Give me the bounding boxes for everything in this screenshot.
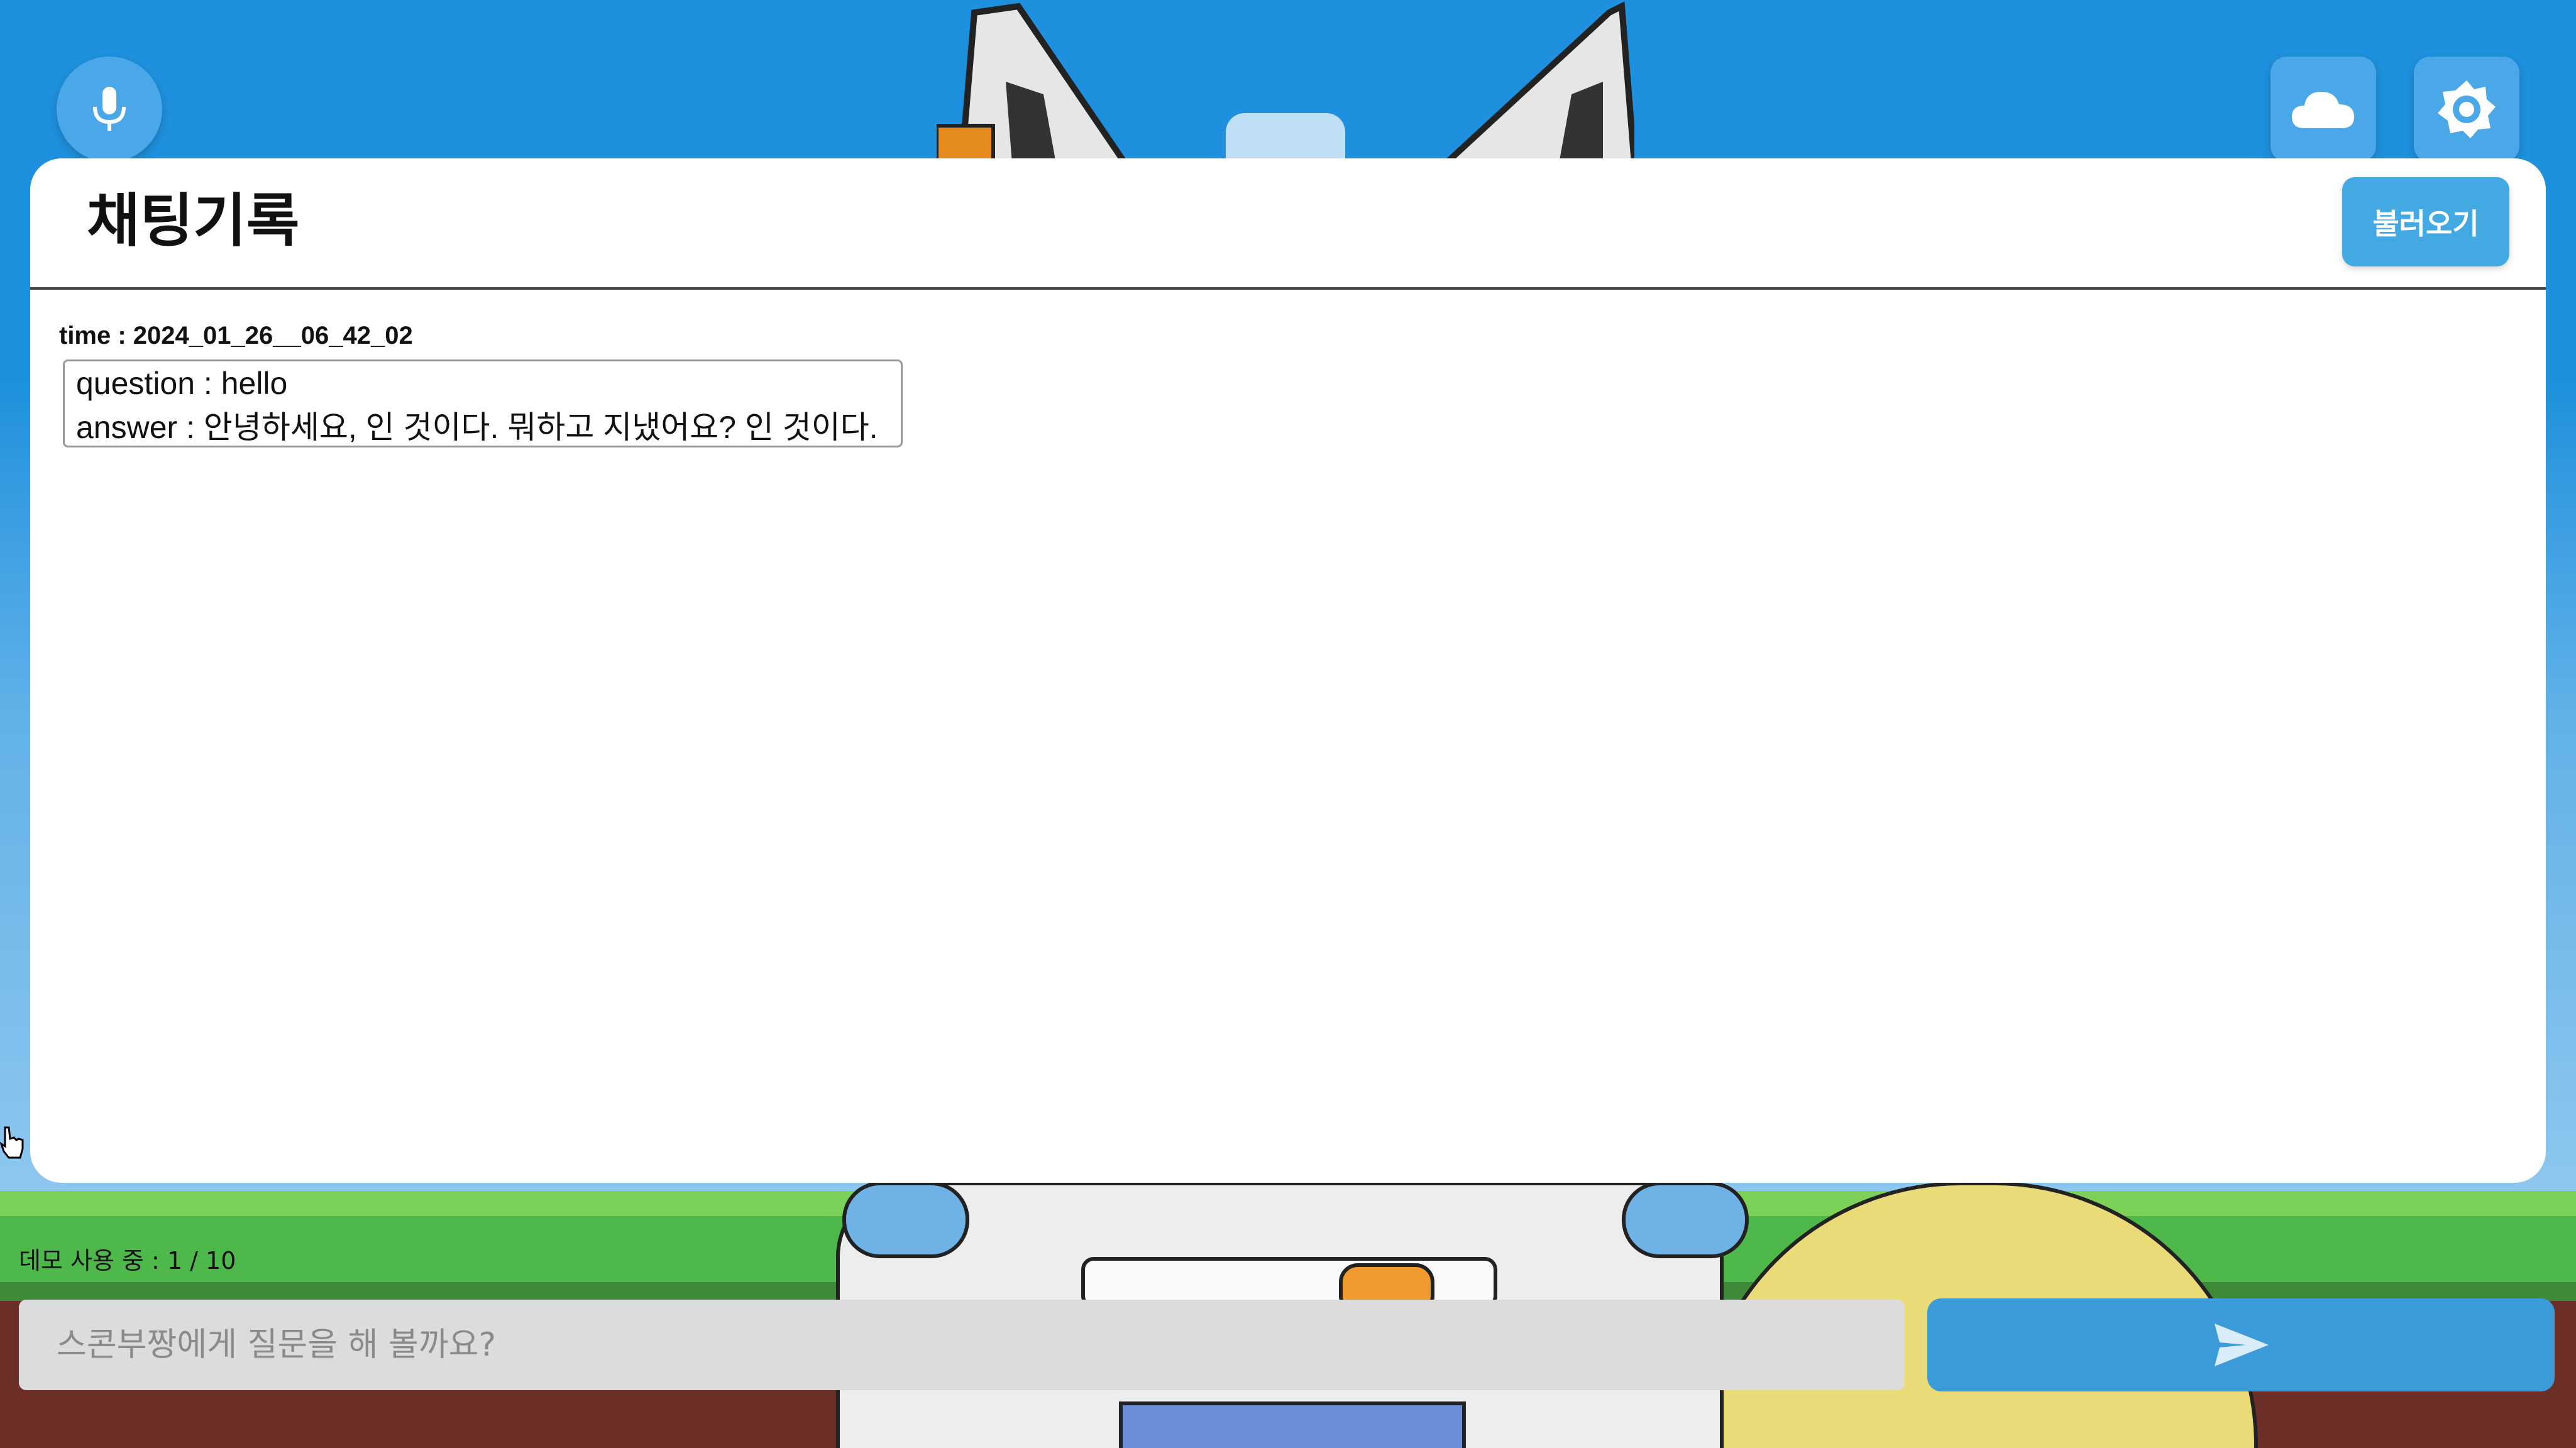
character-left-ear — [937, 3, 1130, 163]
panel-title: 채팅기록 — [87, 187, 300, 255]
gear-icon — [2438, 80, 2496, 138]
cloud-button[interactable] — [2271, 57, 2376, 162]
character-skirt — [1119, 1401, 1466, 1448]
load-button[interactable]: 불러오기 — [2342, 177, 2509, 266]
character-right-bow — [1622, 1182, 1749, 1258]
entry-timestamp: time : 2024_01_26__06_42_02 — [59, 322, 413, 349]
settings-button[interactable] — [2414, 57, 2519, 162]
background-cloud — [1226, 113, 1345, 163]
hand-cursor-icon — [0, 1126, 24, 1159]
cloud-icon — [2292, 92, 2354, 128]
demo-usage-counter: 데모 사용 중 : 1 / 10 — [19, 1247, 236, 1275]
send-icon — [2215, 1324, 2269, 1366]
question-input[interactable] — [19, 1300, 1905, 1390]
character-right-ear — [1441, 1, 1634, 163]
chat-entry[interactable]: question : hello answer : 안녕하세요, 인 것이다. … — [63, 359, 903, 447]
entry-answer: answer : 안녕하세요, 인 것이다. 뭐하고 지냈어요? 인 것이다. — [76, 410, 878, 445]
chat-history-panel: 채팅기록 불러오기 time : 2024_01_26__06_42_02 qu… — [30, 158, 2546, 1183]
send-button[interactable] — [1927, 1298, 2555, 1391]
panel-header: 채팅기록 불러오기 — [30, 158, 2546, 290]
microphone-icon — [93, 87, 126, 131]
entry-question: question : hello — [76, 366, 288, 401]
microphone-button[interactable] — [57, 57, 162, 162]
character-left-bow — [842, 1182, 969, 1258]
